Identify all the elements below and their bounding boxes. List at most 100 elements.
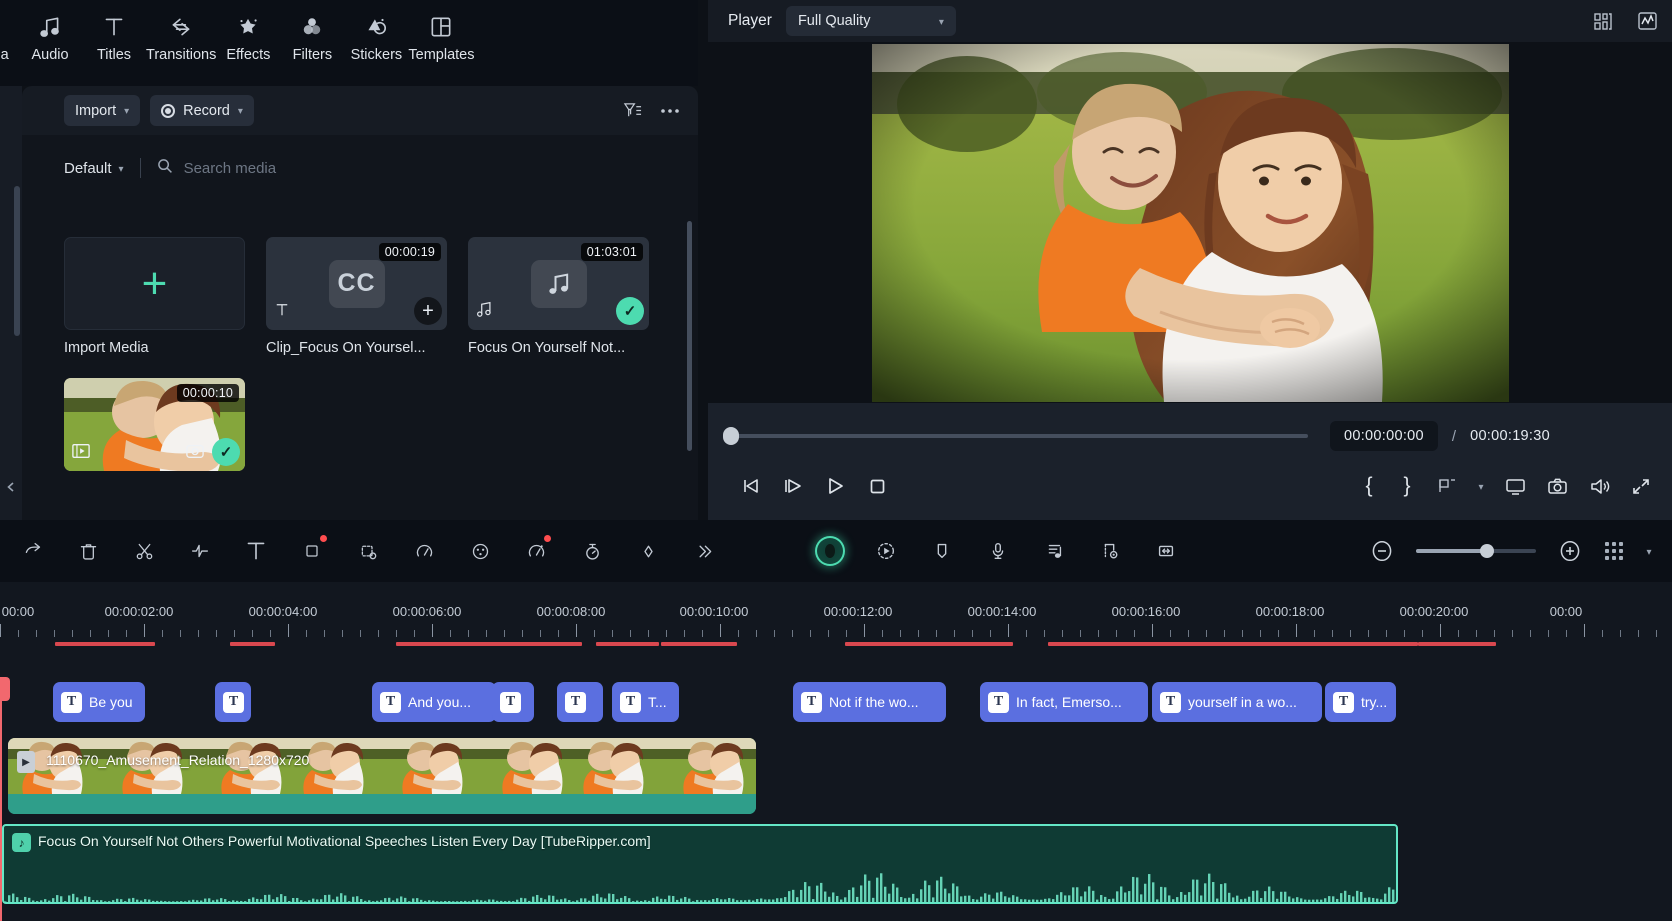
- current-timecode[interactable]: 00:00:00:00: [1330, 421, 1438, 451]
- marker-segment[interactable]: [1048, 642, 1418, 646]
- timeline[interactable]: 00:00 00:00:02:00 00:00:04:00 00:00:06:00 00…: [0, 582, 1672, 921]
- templates-grid-icon: [426, 12, 456, 42]
- frame-advance-icon[interactable]: [772, 465, 814, 507]
- text-clip[interactable]: T And you...: [372, 682, 496, 722]
- snapshot-timeline-button[interactable]: [1082, 529, 1138, 573]
- media-thumbnail[interactable]: 00:00:10 ✓: [64, 378, 245, 471]
- camera-icon[interactable]: [1536, 465, 1578, 507]
- monitor-icon[interactable]: [1494, 465, 1536, 507]
- media-item[interactable]: 00:00:10 ✓: [64, 378, 266, 481]
- plus-circle-icon[interactable]: [1548, 529, 1592, 573]
- ruler-tick: [1332, 630, 1333, 637]
- seek-slider[interactable]: [723, 427, 1308, 445]
- collapse-panel-button[interactable]: [0, 470, 22, 504]
- layout-grid-icon[interactable]: [1588, 6, 1618, 36]
- grid-dots-icon[interactable]: [1592, 529, 1636, 573]
- marker-segment[interactable]: [845, 642, 1013, 646]
- marker-segment[interactable]: [230, 642, 275, 646]
- keyframe-button[interactable]: [620, 529, 676, 573]
- import-media-tile[interactable]: +: [64, 237, 245, 330]
- nav-item-templates[interactable]: Templates: [408, 0, 474, 63]
- marker-add-button[interactable]: [914, 529, 970, 573]
- video-clip[interactable]: ▶ 1110670_Amusement_Relation_1280x720: [8, 738, 756, 814]
- quality-dropdown[interactable]: Full Quality ▾: [785, 6, 956, 36]
- mask-button[interactable]: [340, 529, 396, 573]
- add-to-timeline-button[interactable]: +: [414, 297, 442, 325]
- ruler-tick: [1548, 630, 1549, 637]
- filter-list-icon[interactable]: [618, 97, 646, 125]
- timeline-ruler[interactable]: 00:00 00:00:02:00 00:00:04:00 00:00:06:00 00…: [0, 582, 1672, 646]
- text-button[interactable]: [228, 529, 284, 573]
- text-clip[interactable]: T T...: [612, 682, 679, 722]
- marker-segment[interactable]: [1418, 642, 1496, 646]
- step-back-icon[interactable]: [730, 465, 772, 507]
- mark-out-button[interactable]: }: [1388, 474, 1426, 498]
- text-clip[interactable]: Tyourself in a wo...: [1152, 682, 1322, 722]
- auto-reframe-button[interactable]: [858, 529, 914, 573]
- nav-item-titles[interactable]: Titles: [82, 0, 146, 63]
- nav-item-transitions[interactable]: Transitions: [146, 0, 216, 63]
- left-rail-scrollbar[interactable]: [14, 186, 20, 336]
- text-clip[interactable]: T Not if the wo...: [793, 682, 946, 722]
- media-thumbnail[interactable]: 01:03:01 ✓: [468, 237, 649, 330]
- media-item[interactable]: CC 00:00:19 + Clip_Focus On Yoursel...: [266, 237, 468, 356]
- text-clip[interactable]: Ttry...: [1325, 682, 1396, 722]
- ai-tools-button[interactable]: [508, 529, 564, 573]
- record-button[interactable]: Record ▾: [150, 95, 254, 126]
- text-track[interactable]: T Be you T T And you... T T T T... T Not if the wo…: [0, 682, 1672, 728]
- zoom-slider-handle[interactable]: [1480, 544, 1494, 558]
- marker-segment[interactable]: [396, 642, 582, 646]
- expand-icon[interactable]: [1620, 465, 1662, 507]
- nav-item-stickers[interactable]: Stickers: [344, 0, 408, 63]
- more-horizontal-icon[interactable]: [656, 97, 684, 125]
- scope-waveform-icon[interactable]: [1632, 6, 1662, 36]
- split-button[interactable]: [116, 529, 172, 573]
- ai-copilot-button[interactable]: [802, 529, 858, 573]
- play-triangle-icon[interactable]: ▶: [17, 751, 35, 773]
- audio-clip[interactable]: ♪ Focus On Yourself Not Others Powerful …: [2, 824, 1398, 904]
- text-clip[interactable]: T: [215, 682, 251, 722]
- color-button[interactable]: [452, 529, 508, 573]
- ruler-tick: [1350, 630, 1351, 637]
- media-item[interactable]: + Import Media: [64, 237, 266, 356]
- marker-icon[interactable]: [1426, 465, 1468, 507]
- text-clip[interactable]: T: [557, 682, 603, 722]
- preview-video[interactable]: [871, 43, 1509, 402]
- zoom-slider[interactable]: [1416, 544, 1536, 558]
- sort-dropdown[interactable]: Default ▾: [64, 160, 124, 177]
- delete-button[interactable]: [60, 529, 116, 573]
- crop-button[interactable]: [284, 529, 340, 573]
- stop-square-icon[interactable]: [856, 465, 898, 507]
- ruler-tick: [378, 630, 379, 637]
- audio-mixer-button[interactable]: [1026, 529, 1082, 573]
- chevron-down-icon[interactable]: ▾: [1468, 465, 1494, 507]
- play-icon[interactable]: [814, 465, 856, 507]
- media-item[interactable]: 01:03:01 ✓ Focus On Yourself Not...: [468, 237, 670, 356]
- nav-item-filters[interactable]: Filters: [280, 0, 344, 63]
- redo-button[interactable]: [4, 529, 60, 573]
- media-thumbnail[interactable]: CC 00:00:19 +: [266, 237, 447, 330]
- nav-item-effects[interactable]: Effects: [216, 0, 280, 63]
- minus-circle-icon[interactable]: [1360, 529, 1404, 573]
- fit-timeline-button[interactable]: [1138, 529, 1194, 573]
- chevron-down-icon[interactable]: ▾: [1636, 529, 1662, 573]
- marker-segment[interactable]: [55, 642, 155, 646]
- more-tools-button[interactable]: [676, 529, 732, 573]
- search-input[interactable]: [183, 159, 678, 177]
- seek-handle[interactable]: [723, 427, 739, 445]
- text-clip[interactable]: T Be you: [53, 682, 145, 722]
- text-clip[interactable]: T In fact, Emerso...: [980, 682, 1148, 722]
- import-button[interactable]: Import ▾: [64, 95, 141, 126]
- marker-segment[interactable]: [596, 642, 659, 646]
- marker-segment[interactable]: [661, 642, 737, 646]
- audio-edit-button[interactable]: [172, 529, 228, 573]
- stabilize-button[interactable]: [564, 529, 620, 573]
- text-clip[interactable]: T: [492, 682, 534, 722]
- voiceover-button[interactable]: [970, 529, 1026, 573]
- speed-button[interactable]: [396, 529, 452, 573]
- mark-in-button[interactable]: {: [1350, 474, 1388, 498]
- speaker-icon[interactable]: [1578, 465, 1620, 507]
- nav-item-audio[interactable]: Audio: [18, 0, 82, 63]
- nav-item-ia[interactable]: ia: [0, 0, 18, 63]
- media-panel-scrollbar[interactable]: [687, 221, 692, 451]
